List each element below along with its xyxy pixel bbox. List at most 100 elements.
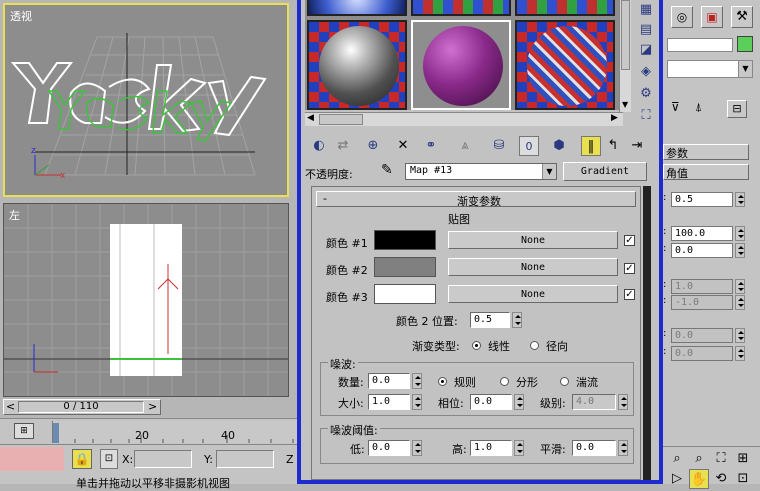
param-field[interactable]: 0.5 [671, 192, 733, 207]
show-map-in-viewport-icon[interactable]: ⬢ [549, 136, 569, 156]
fov-icon[interactable]: ▷ [667, 469, 687, 489]
amount-field[interactable]: 0.0 [368, 373, 410, 389]
lock-selection-button[interactable]: 🔒 [72, 449, 92, 469]
sample-scrollbar-h[interactable]: ◀ ▶ [305, 112, 623, 126]
color-2-map-button[interactable]: None [448, 258, 618, 276]
param-field[interactable]: 100.0 [671, 226, 733, 241]
name-field[interactable] [667, 38, 733, 52]
options-icon[interactable]: ⚙ [636, 84, 656, 104]
param-field[interactable]: 1.0 [671, 279, 733, 294]
pick-from-object-icon[interactable]: ✎ [381, 162, 393, 178]
noise-regular-radio[interactable] [438, 377, 447, 386]
param-spinner[interactable] [735, 295, 745, 310]
time-counter-box[interactable]: 0 / 110 [18, 401, 144, 413]
smooth-field[interactable]: 0.0 [572, 440, 616, 456]
x-coord-field[interactable] [134, 450, 192, 468]
param-spinner[interactable] [735, 192, 745, 207]
noise-turbulence-radio[interactable] [560, 377, 569, 386]
param-spinner[interactable] [735, 226, 745, 241]
material-effects-channel-icon[interactable]: ⛁ [489, 136, 509, 156]
sample-slot[interactable] [307, 0, 407, 16]
phase-field[interactable]: 0.0 [470, 394, 512, 410]
time-prev-button[interactable]: < [6, 400, 15, 413]
sample-slot[interactable] [307, 20, 407, 110]
viewport-left[interactable]: 左 [3, 203, 289, 397]
go-to-parent-icon[interactable]: ↰ [603, 136, 623, 156]
levels-field[interactable]: 4.0 [572, 394, 616, 410]
select-by-material-icon[interactable]: ⛶ [636, 106, 656, 126]
zoom-extents-all-icon[interactable]: ⊞ [733, 449, 753, 469]
video-check-icon[interactable]: ◪ [636, 40, 656, 60]
configure-sets-icon[interactable]: ⊟ [727, 100, 747, 118]
param-field[interactable]: 0.0 [671, 328, 733, 343]
zoom-extents-icon[interactable]: ⛶ [711, 449, 731, 469]
color-3-checkbox[interactable]: ✓ [624, 289, 635, 300]
make-unique-icon[interactable]: ⚭ [421, 136, 441, 156]
sample-slot[interactable] [515, 0, 615, 16]
color-2-checkbox[interactable]: ✓ [624, 263, 635, 274]
timeline-track[interactable]: 20 40 [52, 421, 298, 443]
rollout-header[interactable]: - 渐变参数 [316, 191, 636, 208]
background-icon[interactable]: ▦ [636, 0, 656, 20]
material-editor-icon[interactable]: ◎ [671, 6, 693, 28]
time-next-button[interactable]: > [148, 400, 157, 413]
channel-zero-icon[interactable]: 0 [519, 136, 539, 156]
sample-uv-icon[interactable]: ▤ [636, 20, 656, 40]
viewport-perspective[interactable]: 透视 x z [3, 3, 289, 197]
zoom-all-icon[interactable]: ⌕ [689, 449, 709, 469]
param-field[interactable]: -1.0 [671, 295, 733, 310]
map-name-dropdown[interactable]: Map #13 ▼ [405, 163, 557, 180]
param-spinner[interactable] [735, 279, 745, 294]
noise-fractal-radio[interactable] [500, 377, 509, 386]
size-spinner[interactable] [412, 394, 422, 410]
color2-position-spinner[interactable] [512, 312, 522, 328]
smooth-spinner[interactable] [618, 440, 628, 456]
y-coord-field[interactable] [216, 450, 274, 468]
sample-slot[interactable] [411, 20, 511, 110]
assign-to-selection-icon[interactable]: ⊕ [363, 136, 383, 156]
get-material-icon[interactable]: ◐ [309, 136, 329, 156]
param-spinner[interactable] [735, 328, 745, 343]
map-type-button[interactable]: Gradient [563, 162, 647, 181]
gradient-linear-radio[interactable] [472, 341, 481, 350]
zoom-icon[interactable]: ⌕ [667, 449, 687, 469]
arc-rotate-icon[interactable]: ⟲ [711, 469, 731, 489]
amount-spinner[interactable] [412, 373, 422, 389]
param-spinner[interactable] [735, 243, 745, 258]
low-field[interactable]: 0.0 [368, 440, 410, 456]
phase-spinner[interactable] [514, 394, 524, 410]
parameters-section[interactable]: 参数 [663, 144, 749, 160]
render-scene-icon[interactable]: ▣ [701, 6, 723, 28]
color-1-swatch[interactable] [374, 230, 436, 250]
angles-section[interactable]: 角值 [663, 164, 749, 180]
levels-spinner[interactable] [618, 394, 628, 410]
utilities-icon[interactable]: ⚒ [731, 6, 753, 28]
modifier-list-dropdown[interactable]: ▼ [667, 60, 753, 78]
size-field[interactable]: 1.0 [368, 394, 410, 410]
color-3-swatch[interactable] [374, 284, 436, 304]
chevron-down-icon[interactable]: ▼ [542, 164, 556, 179]
color-2-swatch[interactable] [374, 257, 436, 277]
go-forward-sibling-icon[interactable]: ⇥ [627, 136, 647, 156]
object-color-swatch[interactable] [737, 36, 753, 52]
param-field[interactable]: 0.0 [671, 346, 733, 361]
sample-slot[interactable] [515, 20, 615, 110]
color-1-map-button[interactable]: None [448, 231, 618, 249]
param-field[interactable]: 0.0 [671, 243, 733, 258]
absolute-mode-icon[interactable]: ⊡ [100, 449, 118, 469]
color-1-checkbox[interactable]: ✓ [624, 235, 635, 246]
maximize-viewport-icon[interactable]: ⊡ [733, 469, 753, 489]
rollout-scrollbar[interactable] [643, 186, 651, 480]
low-spinner[interactable] [412, 440, 422, 456]
color-3-map-button[interactable]: None [448, 285, 618, 303]
pin-stack-icon[interactable]: ⊽ [671, 100, 680, 114]
high-spinner[interactable] [514, 440, 524, 456]
key-filter-icon[interactable]: ⊞ [14, 423, 34, 439]
show-end-result-icon[interactable]: ‖ [581, 136, 601, 156]
sample-slot[interactable] [411, 0, 511, 16]
time-slider[interactable]: < 0 / 110 > [3, 399, 161, 415]
param-spinner[interactable] [735, 346, 745, 361]
gradient-radial-radio[interactable] [530, 341, 539, 350]
show-end-result-icon[interactable]: ⍋ [695, 100, 702, 115]
reset-map-icon[interactable]: ✕ [393, 136, 413, 156]
